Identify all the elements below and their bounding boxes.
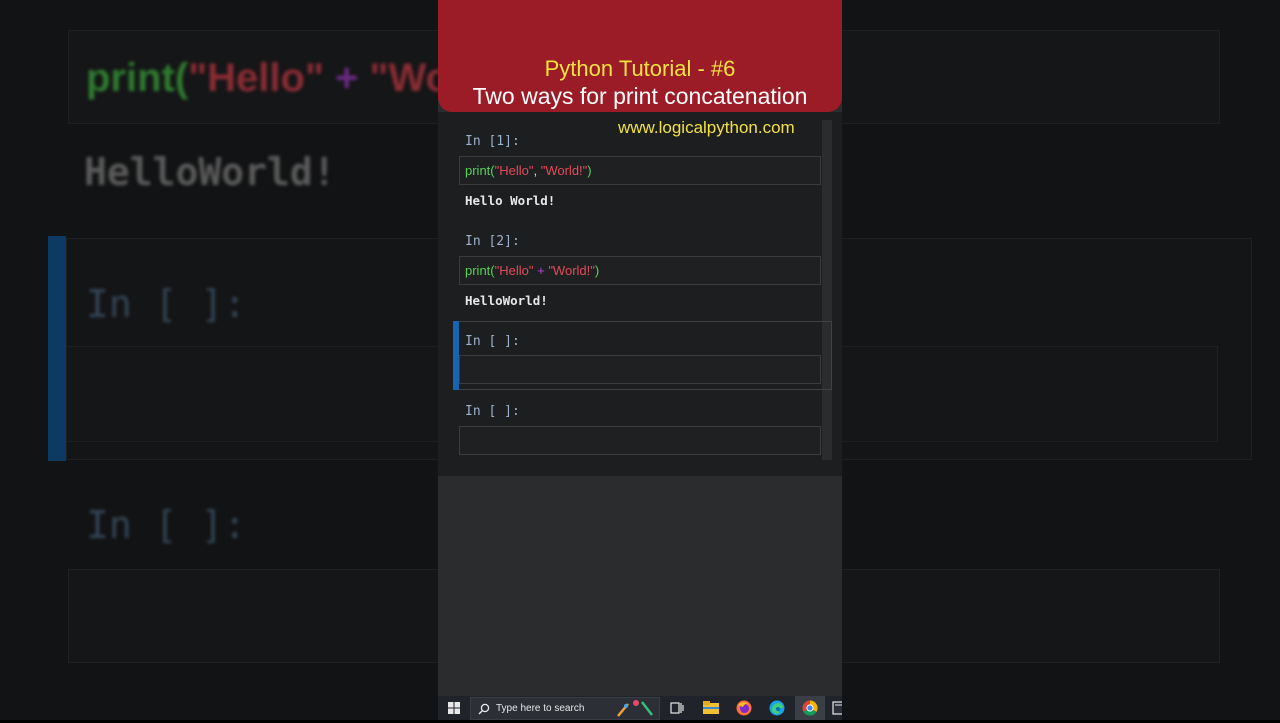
search-highlight-graphic — [614, 698, 658, 718]
search-placeholder: Type here to search — [496, 703, 585, 714]
terminal-icon[interactable] — [832, 700, 842, 716]
search-icon — [478, 702, 490, 720]
cell-1-prompt: In [1]: — [465, 134, 520, 149]
cell-2-code: print("Hello" + "World!") — [465, 263, 600, 278]
website-url: www.logicalpython.com — [618, 118, 795, 137]
backdrop-code: print("Hello" + "Wo — [86, 56, 450, 100]
firefox-icon[interactable] — [736, 700, 752, 716]
cell-3-prompt: In [ ]: — [465, 334, 520, 349]
backdrop-active-bar — [48, 236, 66, 461]
banner-subtitle: Two ways for print concatenation — [472, 83, 808, 109]
cell-1-code: print("Hello", "World!") — [465, 163, 592, 178]
edge-icon[interactable] — [769, 700, 785, 716]
file-explorer-icon[interactable] — [703, 701, 719, 715]
notebook-scrollbar[interactable] — [822, 120, 832, 460]
cell-2-prompt: In [2]: — [465, 234, 520, 249]
backdrop-prompt-2: In [ ]: — [86, 503, 247, 547]
cell-3-input[interactable] — [459, 355, 821, 384]
cell-1-output: Hello World! — [465, 193, 556, 208]
cell-4-input[interactable] — [459, 426, 821, 455]
backdrop-output: HelloWorld! — [84, 150, 336, 194]
cell-4-prompt: In [ ]: — [465, 404, 520, 419]
backdrop-prompt-1: In [ ]: — [86, 282, 247, 326]
task-view-icon[interactable] — [670, 700, 684, 716]
chrome-icon[interactable] — [802, 700, 818, 716]
windows-start-icon[interactable] — [444, 696, 464, 720]
title-banner: Python Tutorial - #6 Two ways for print … — [438, 0, 842, 112]
cell-2-output: HelloWorld! — [465, 293, 548, 308]
banner-title: Python Tutorial - #6 — [544, 56, 736, 81]
